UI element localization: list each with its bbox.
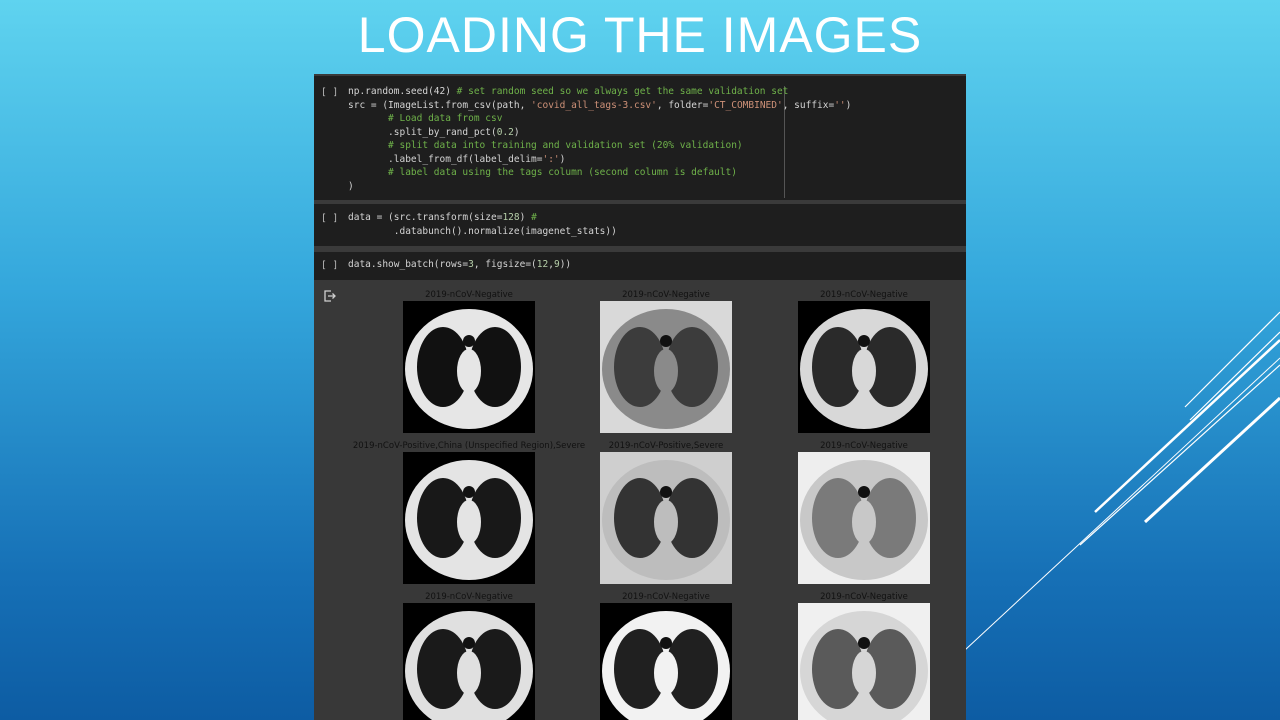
code-token: src = (ImageList.from_csv(path, xyxy=(348,99,532,111)
code-token: np.random.seed(42) xyxy=(348,86,457,97)
code-line: np.random.seed(42) # set random seed so … xyxy=(348,86,788,97)
code-line: ) xyxy=(348,181,354,192)
code-token: .databunch().normalize(imagenet_stats)) xyxy=(348,225,617,237)
code-token: , folder= xyxy=(656,99,709,111)
ct-scan-image xyxy=(403,452,535,584)
run-cell-button[interactable]: [ ] xyxy=(321,260,338,271)
ct-image-label: 2019-nCoV-Negative xyxy=(820,592,908,602)
code-token: ) xyxy=(845,99,852,111)
code-token: # split data into training and validatio… xyxy=(388,140,743,151)
ct-scan-image xyxy=(798,452,930,584)
ct-scan-image xyxy=(600,452,732,584)
code-token: ':' xyxy=(542,153,560,165)
run-cell-button[interactable]: [ ] xyxy=(321,87,338,98)
code-cell-2[interactable]: [ ] data = (src.transform(size=128) # .d… xyxy=(314,204,966,246)
code-token: )) xyxy=(559,259,572,270)
code-token: , figsize=( xyxy=(473,259,537,270)
cell-output: 2019-nCoV-Negative 2019-nCoV-Negative 2019… xyxy=(314,280,966,720)
code-token: # Load data from csv xyxy=(388,113,503,124)
code-line: data = (src.transform(size=128) # xyxy=(348,212,537,223)
code-line: data.show_batch(rows=3, figsize=(12,9)) xyxy=(348,259,571,270)
ct-scan-image xyxy=(798,301,930,433)
code-token: 'covid_all_tags-3.csv' xyxy=(531,99,657,111)
code-cell-3[interactable]: [ ] data.show_batch(rows=3, figsize=(12,… xyxy=(314,252,966,280)
code-line: src = (ImageList.from_csv(path, 'covid_a… xyxy=(348,100,851,111)
code-line: # Load data from csv xyxy=(348,113,502,124)
code-token: '' xyxy=(834,99,846,111)
code-token: 12 xyxy=(536,259,549,270)
code-cell-1[interactable]: [ ] np.random.seed(42) # set random seed… xyxy=(314,76,966,200)
ct-image-label: 2019-nCoV-Negative xyxy=(820,441,908,451)
code-token: .label_from_df(label_delim= xyxy=(348,153,543,165)
ct-scan-image xyxy=(798,603,930,720)
run-cell-button[interactable]: [ ] xyxy=(321,213,338,224)
code-line: # split data into training and validatio… xyxy=(348,140,743,151)
code-token: ) xyxy=(559,153,566,165)
code-token: 'CT_COMBINED' xyxy=(708,99,783,111)
code-line: .label_from_df(label_delim=':') xyxy=(348,154,565,165)
ct-image-label: 2019-nCoV-Negative xyxy=(820,290,908,300)
ct-scan-image xyxy=(403,301,535,433)
output-redirect-icon[interactable] xyxy=(324,290,336,302)
code-line: .split_by_rand_pct(0.2) xyxy=(348,127,520,138)
code-token: data.show_batch(rows= xyxy=(348,259,469,270)
code-token: ) xyxy=(348,180,354,192)
code-token: 128 xyxy=(502,212,520,223)
code-token: , suffix= xyxy=(782,99,835,111)
ct-scan-image xyxy=(600,603,732,720)
code-token: 0.2 xyxy=(496,126,514,138)
code-token: # xyxy=(531,212,537,223)
code-token: # label data using the tags column (seco… xyxy=(388,167,737,178)
code-token: data = (src.transform(size= xyxy=(348,212,503,223)
code-token: .split_by_rand_pct( xyxy=(348,126,497,138)
code-token: # set random seed so we always get the s… xyxy=(456,86,789,97)
ct-scan-image xyxy=(403,603,535,720)
code-line: .databunch().normalize(imagenet_stats)) xyxy=(348,226,617,237)
slide-title: LOADING THE IMAGES xyxy=(357,7,923,63)
code-token: ) xyxy=(513,126,520,138)
ct-scan-image xyxy=(600,301,732,433)
code-line: # label data using the tags column (seco… xyxy=(348,167,737,178)
notebook: [ ] np.random.seed(42) # set random seed… xyxy=(314,74,966,720)
code-token: ) xyxy=(519,212,532,223)
